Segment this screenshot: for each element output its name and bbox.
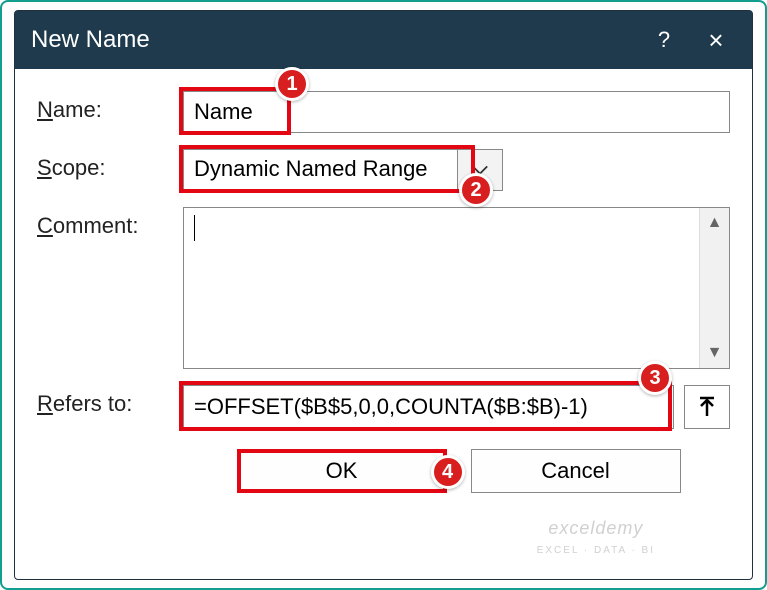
cancel-button-label: Cancel [541, 458, 609, 484]
annotation-badge-2: 2 [459, 173, 493, 207]
ok-button[interactable]: OK [237, 449, 447, 493]
collapse-icon [697, 396, 717, 418]
text-cursor [194, 215, 195, 241]
scope-field-wrap: Dynamic Named Range 2 [183, 149, 730, 191]
refers-to-input[interactable] [183, 385, 674, 429]
help-icon: ? [658, 27, 670, 53]
scroll-down-icon[interactable]: ▼ [700, 338, 729, 368]
refers-to-row: Refers to: 3 [37, 385, 730, 429]
comment-text-content [184, 208, 699, 368]
comment-label: Comment: [37, 207, 169, 239]
scope-label: Scope: [37, 149, 169, 181]
close-icon: × [708, 25, 723, 56]
scope-row: Scope: Dynamic Named Range 2 [37, 149, 730, 191]
refers-to-field-wrap: 3 [183, 385, 730, 429]
comment-row: Comment: ▲ ▼ [37, 207, 730, 369]
new-name-dialog: New Name ? × Name: 1 Scope: Dynamic Name… [14, 10, 753, 580]
ok-button-wrap: OK 4 [237, 449, 447, 493]
annotation-badge-1: 1 [275, 67, 309, 101]
help-button[interactable]: ? [644, 20, 684, 60]
scope-selected-text: Dynamic Named Range [183, 149, 457, 191]
comment-textarea[interactable]: ▲ ▼ [183, 207, 730, 369]
cancel-button[interactable]: Cancel [471, 449, 681, 493]
comment-scrollbar[interactable]: ▲ ▼ [699, 208, 729, 368]
name-field-wrap: 1 [183, 91, 730, 133]
ok-button-label: OK [326, 458, 358, 484]
dialog-body: Name: 1 Scope: Dynamic Named Range 2 [15, 69, 752, 579]
annotation-badge-3: 3 [638, 361, 672, 395]
name-input[interactable] [183, 91, 730, 133]
collapse-dialog-button[interactable] [684, 385, 730, 429]
name-label: Name: [37, 91, 169, 123]
dialog-title: New Name [31, 26, 632, 54]
refers-to-label: Refers to: [37, 385, 169, 417]
name-row: Name: 1 [37, 91, 730, 133]
annotation-badge-4: 4 [431, 455, 465, 489]
comment-field-wrap: ▲ ▼ [183, 207, 730, 369]
scope-select[interactable]: Dynamic Named Range [183, 149, 503, 191]
titlebar: New Name ? × [15, 11, 752, 69]
scroll-up-icon[interactable]: ▲ [700, 208, 729, 238]
close-button[interactable]: × [696, 20, 736, 60]
dialog-buttons: OK 4 Cancel [37, 445, 730, 493]
